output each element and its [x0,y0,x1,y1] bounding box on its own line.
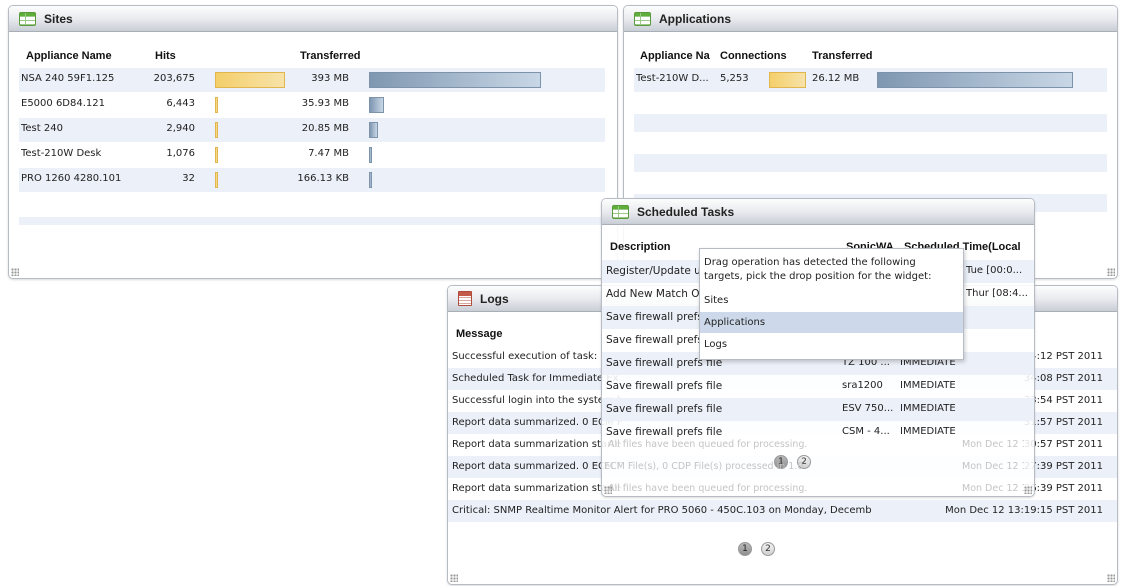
col-description[interactable]: Description [610,241,671,253]
table-row[interactable]: Test 240 2,940 20.85 MB [19,118,605,142]
ghost-log-time: Mon Dec 12 13:30:57 PST 2011 [962,439,1024,450]
connections-cell: 5,253 [720,73,749,84]
transferred-bar [369,172,372,188]
transferred-cell: 166.13 KB [297,173,349,184]
col-appliance-name[interactable]: Appliance Name [26,50,112,62]
log-message: Critical: SNMP Realtime Monitor Alert fo… [452,505,872,516]
ghost-log-message: All files have been queued for processin… [608,483,808,494]
log-time: 26:39 PST 2011 [1023,483,1103,494]
task-description: Save firewall prefs file [606,380,723,392]
transferred-bar [877,72,1073,88]
connections-bar [769,72,806,88]
transferred-bar [369,72,541,88]
hits-cell: 2,940 [166,123,195,134]
applications-header[interactable]: Applications [624,6,1117,32]
col-message[interactable]: Message [456,328,502,340]
hits-bar [215,122,218,138]
drop-popup-message: Drag operation has detected the followin… [704,257,932,282]
hits-cell: 6,443 [166,98,195,109]
grid-icon [634,11,651,26]
task-target: CSM - 4... [842,426,890,437]
col-appliance-name[interactable]: Appliance Na [640,50,710,62]
log-time: 27:39 PST 2011 [1023,461,1103,472]
empty-row-stripe [19,217,605,225]
task-schedule: IMMEDIATE [900,380,956,391]
scheduled-task-row[interactable]: Save firewall prefs file ESV 750... IMMEDI… [602,398,1034,421]
ghost-log-message: All files have been queued for processin… [608,439,808,450]
page-1-button[interactable]: 1 [738,542,752,556]
empty-row-stripe [634,114,1107,132]
hits-cell: 1,076 [166,148,195,159]
log-time: 30:57 PST 2011 [1023,439,1103,450]
log-time: 33:54 PST 2011 [1023,395,1103,406]
hits-bar [215,147,218,163]
drop-option-sites[interactable]: Sites [700,290,963,311]
task-time: Tue [00:0... [966,265,1023,276]
sites-widget: Sites Appliance Name Hits Transferred NS… [8,5,618,279]
drop-target-popup: Drag operation has detected the followin… [699,248,964,360]
log-time: 31:57 PST 2011 [1023,417,1103,428]
grid-icon [19,11,36,26]
log-time: 34:12 PST 2011 [1023,351,1103,362]
resize-grip-icon[interactable] [450,574,458,582]
transferred-cell: 393 MB [311,73,349,84]
drop-option-logs[interactable]: Logs [700,334,963,355]
ghost-log-message: ECM File(s), 0 CDP File(s) processed in … [604,461,804,472]
task-target: ESV 750... [842,403,894,414]
sites-title: Sites [44,11,73,26]
resize-grip-icon[interactable] [11,268,19,276]
scheduled-task-row[interactable]: Save firewall prefs file sra1200 IMMEDIATE [602,375,1034,398]
sites-header[interactable]: Sites [9,6,617,32]
transferred-bar [369,147,372,163]
transferred-cell: 20.85 MB [301,123,349,134]
transferred-cell: 35.93 MB [301,98,349,109]
log-icon [458,291,472,306]
task-description: Save firewall prefs file [606,426,723,438]
grid-icon [612,204,629,219]
table-row[interactable]: Test-210W Desk 1,076 7.47 MB [19,143,605,167]
transferred-cell: 7.47 MB [308,148,349,159]
resize-grip-icon[interactable] [1107,574,1115,582]
hits-bar [215,72,285,88]
empty-row-stripe [634,154,1107,172]
task-schedule: IMMEDIATE [900,426,956,437]
log-time: Mon Dec 12 13:19:15 PST 2011 [945,505,1103,516]
table-row[interactable]: Test-210W D... 5,253 26.12 MB [634,68,1107,92]
resize-grip-icon[interactable] [1024,486,1032,494]
transferred-cell: 26.12 MB [812,73,860,84]
col-transferred[interactable]: Transferred [300,50,361,62]
log-row[interactable]: Critical: SNMP Realtime Monitor Alert fo… [448,500,1117,522]
col-transferred[interactable]: Transferred [812,50,873,62]
appliance-name-cell: Test-210W D... [636,73,709,84]
col-hits[interactable]: Hits [155,50,176,62]
table-row[interactable]: NSA 240 59F1.125 203,675 393 MB [19,68,605,92]
scheduled-tasks-header[interactable]: Scheduled Tasks [602,199,1034,225]
scheduled-tasks-title: Scheduled Tasks [637,204,735,219]
drop-option-applications[interactable]: Applications [700,312,963,333]
col-connections[interactable]: Connections [720,50,787,62]
log-time: 34:08 PST 2011 [1023,373,1103,384]
ghost-log-time: Mon Dec 12 13:27:39 PST 2011 [962,461,1024,472]
transferred-bar [369,122,378,138]
task-time: Thur [08:4... [966,288,1028,299]
table-row[interactable]: E5000 6D84.121 6,443 35.93 MB [19,93,605,117]
hits-cell: 32 [182,173,195,184]
table-row[interactable]: PRO 1260 4280.101 32 166.13 KB [19,168,605,192]
task-target: sra1200 [842,380,883,391]
transferred-bar [369,97,384,113]
resize-grip-icon[interactable] [1107,268,1115,276]
hits-cell: 203,675 [153,73,195,84]
logs-title: Logs [480,291,509,306]
applications-title: Applications [659,11,732,26]
task-description: Save firewall prefs file [606,403,723,415]
hits-bar [215,172,218,188]
ghost-log-time: Mon Dec 12 13:26:39 PST 2011 [962,483,1024,494]
hits-bar [215,97,218,113]
task-schedule: IMMEDIATE [900,403,956,414]
page-2-button[interactable]: 2 [761,542,775,556]
